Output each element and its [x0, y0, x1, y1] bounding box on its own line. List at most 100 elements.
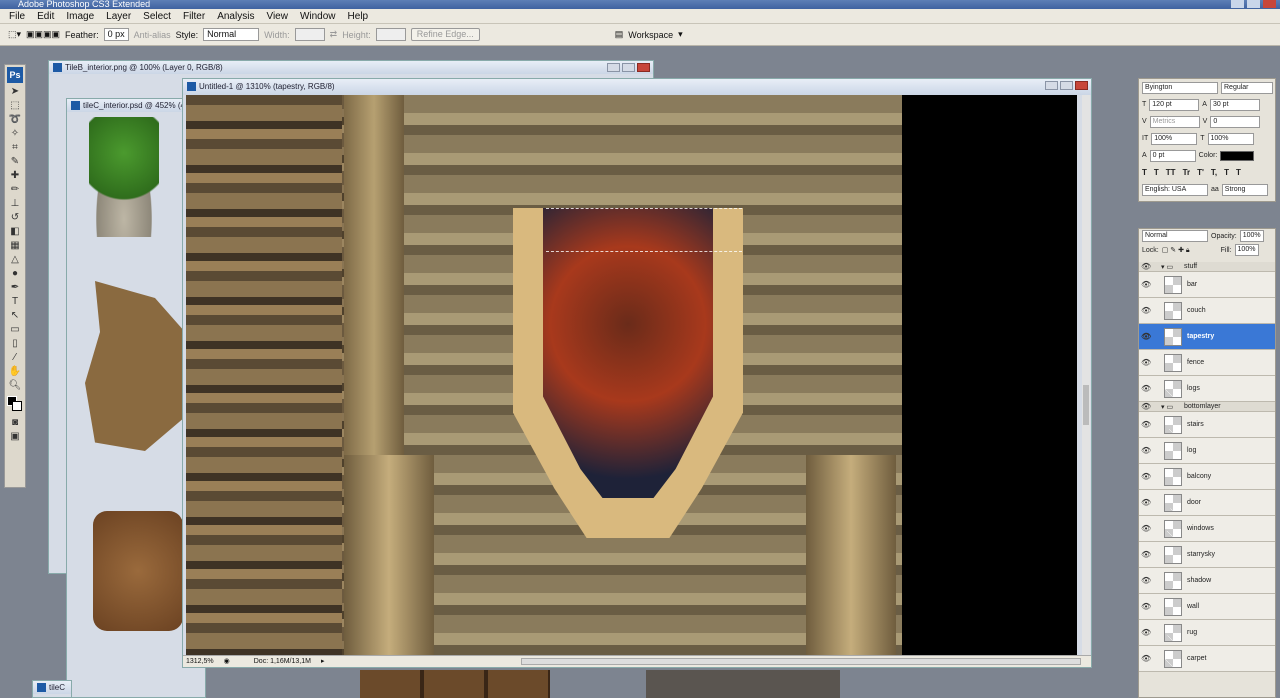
faux-bold-icon[interactable]: T	[1142, 168, 1147, 177]
document-window-minimized[interactable]: tileC	[32, 680, 72, 698]
faux-italic-icon[interactable]: T	[1154, 168, 1159, 177]
layer-row[interactable]: 👁︎ windows	[1139, 516, 1275, 542]
font-family-select[interactable]: Byington	[1142, 81, 1218, 94]
healing-brush-icon[interactable]: ✚	[7, 169, 23, 182]
eye-icon[interactable]: 👁︎	[1141, 524, 1151, 533]
layer-row[interactable]: 👁︎ door	[1139, 490, 1275, 516]
folder-icon[interactable]: ▾ ▭	[1161, 263, 1173, 271]
all-caps-icon[interactable]: TT	[1166, 168, 1176, 177]
background-color[interactable]	[12, 401, 22, 411]
eye-icon[interactable]: 👁︎	[1141, 654, 1151, 663]
brush-tool-icon[interactable]: ✏	[7, 183, 23, 196]
folder-icon[interactable]: ▾ ▭	[1161, 403, 1173, 411]
lasso-tool-icon[interactable]: ➰	[7, 113, 23, 126]
bridge-icon[interactable]: ▤	[615, 29, 624, 40]
layer-row[interactable]: 👁︎ log	[1139, 438, 1275, 464]
blur-tool-icon[interactable]: △	[7, 253, 23, 266]
zoom-level[interactable]: 1312,5%	[186, 656, 214, 667]
doc-minimize-button[interactable]	[607, 63, 620, 72]
zoom-tool-icon[interactable]: 🔍︎	[7, 379, 23, 392]
doc-close-button[interactable]	[1075, 81, 1088, 90]
layer-row[interactable]: 👁︎ logs	[1139, 376, 1275, 402]
marquee-selection[interactable]	[546, 208, 742, 252]
close-button[interactable]	[1263, 0, 1276, 8]
eye-icon[interactable]: 👁︎	[1141, 446, 1151, 455]
workspace-menu[interactable]: Workspace	[628, 30, 673, 40]
marquee-tool-icon[interactable]: ⬚▾	[8, 29, 21, 40]
info-icon[interactable]: ◉	[224, 656, 230, 667]
width-input[interactable]	[294, 28, 325, 41]
layer-row[interactable]: 👁︎ shadow	[1139, 568, 1275, 594]
horizontal-scale-input[interactable]: 100%	[1207, 132, 1254, 145]
vertical-scale-input[interactable]: 100%	[1151, 132, 1198, 145]
height-input[interactable]	[375, 28, 406, 41]
leading-input[interactable]: 30 pt	[1209, 98, 1260, 111]
quick-mask-icon[interactable]: ◙	[7, 416, 23, 429]
marquee-tool-icon[interactable]: ⬚	[7, 99, 23, 112]
eye-icon[interactable]: 👁︎	[1141, 472, 1151, 481]
eyedropper-icon[interactable]: ⁄	[7, 351, 23, 364]
menu-file[interactable]: File	[3, 9, 31, 24]
tracking-input[interactable]: 0	[1210, 115, 1261, 128]
eye-icon[interactable]: 👁︎	[1141, 628, 1151, 637]
small-caps-icon[interactable]: Tr	[1183, 168, 1191, 177]
superscript-icon[interactable]: T'	[1197, 168, 1204, 177]
image-canvas[interactable]	[186, 95, 1077, 655]
layer-row[interactable]: 👁︎ stairs	[1139, 412, 1275, 438]
opacity-input[interactable]: 100%	[1239, 230, 1264, 242]
gradient-tool-icon[interactable]: ▦	[7, 239, 23, 252]
notes-tool-icon[interactable]: ▯	[7, 337, 23, 350]
eye-icon[interactable]: 👁︎	[1141, 306, 1151, 315]
eye-icon[interactable]: 👁︎	[1141, 262, 1151, 271]
history-brush-icon[interactable]: ↺	[7, 211, 23, 224]
maximize-button[interactable]	[1247, 0, 1260, 8]
layer-row[interactable]: 👁︎ rug	[1139, 620, 1275, 646]
selection-mode-icons[interactable]: ▣▣▣▣	[26, 29, 60, 40]
menu-analysis[interactable]: Analysis	[211, 9, 260, 24]
strikethrough-icon[interactable]: T	[1236, 168, 1241, 177]
color-swatches[interactable]	[7, 396, 23, 412]
subscript-icon[interactable]: T,	[1211, 168, 1217, 177]
doc-maximize-button[interactable]	[1060, 81, 1073, 90]
menu-select[interactable]: Select	[137, 9, 177, 24]
eye-icon[interactable]: 👁︎	[1141, 420, 1151, 429]
layer-row[interactable]: 👁︎ fence	[1139, 350, 1275, 376]
baseline-input[interactable]: 0 pt	[1149, 149, 1196, 162]
menu-window[interactable]: Window	[294, 9, 342, 24]
clone-stamp-icon[interactable]: ⊥	[7, 197, 23, 210]
magic-wand-icon[interactable]: ✧	[7, 127, 23, 140]
swap-icon[interactable]: ⇄	[330, 29, 338, 40]
menu-edit[interactable]: Edit	[31, 9, 60, 24]
eye-icon[interactable]: 👁︎	[1141, 602, 1151, 611]
eraser-tool-icon[interactable]: ◧	[7, 225, 23, 238]
eye-icon[interactable]: 👁︎	[1141, 576, 1151, 585]
document-window-main[interactable]: Untitled-1 @ 1310% (tapestry, RGB/8) 131…	[182, 78, 1092, 668]
dodge-tool-icon[interactable]: ●	[7, 267, 23, 280]
hand-tool-icon[interactable]: ✋	[7, 365, 23, 378]
layer-group-row[interactable]: 👁︎ ▾ ▭ stuff	[1139, 262, 1275, 272]
antialias-checkbox[interactable]: Anti-alias	[134, 30, 171, 40]
pen-tool-icon[interactable]: ✒	[7, 281, 23, 294]
slice-tool-icon[interactable]: ✎	[7, 155, 23, 168]
font-size-input[interactable]: 120 pt	[1149, 98, 1200, 111]
layer-group-row[interactable]: 👁︎ ▾ ▭ bottomlayer	[1139, 402, 1275, 412]
eye-icon[interactable]: 👁︎	[1141, 358, 1151, 367]
fill-input[interactable]: 100%	[1234, 244, 1259, 256]
antialias-select[interactable]: Strong	[1221, 183, 1268, 196]
doc-maximize-button[interactable]	[622, 63, 635, 72]
menu-layer[interactable]: Layer	[100, 9, 137, 24]
feather-input[interactable]: 0 px	[103, 28, 129, 41]
menu-view[interactable]: View	[260, 9, 294, 24]
layer-row[interactable]: 👁︎ starrysky	[1139, 542, 1275, 568]
eye-icon[interactable]: 👁︎	[1141, 332, 1151, 341]
eye-icon[interactable]: 👁︎	[1141, 280, 1151, 289]
eye-icon[interactable]: 👁︎	[1141, 384, 1151, 393]
language-select[interactable]: English: USA	[1142, 183, 1208, 196]
status-menu-icon[interactable]: ▸	[321, 656, 325, 667]
scroll-thumb[interactable]	[1083, 385, 1089, 425]
eye-icon[interactable]: 👁︎	[1141, 550, 1151, 559]
layer-row[interactable]: 👁︎ wall	[1139, 594, 1275, 620]
refine-edge-button[interactable]: Refine Edge...	[410, 28, 480, 41]
vertical-scrollbar[interactable]	[1082, 95, 1090, 655]
layer-row[interactable]: 👁︎ carpet	[1139, 646, 1275, 672]
